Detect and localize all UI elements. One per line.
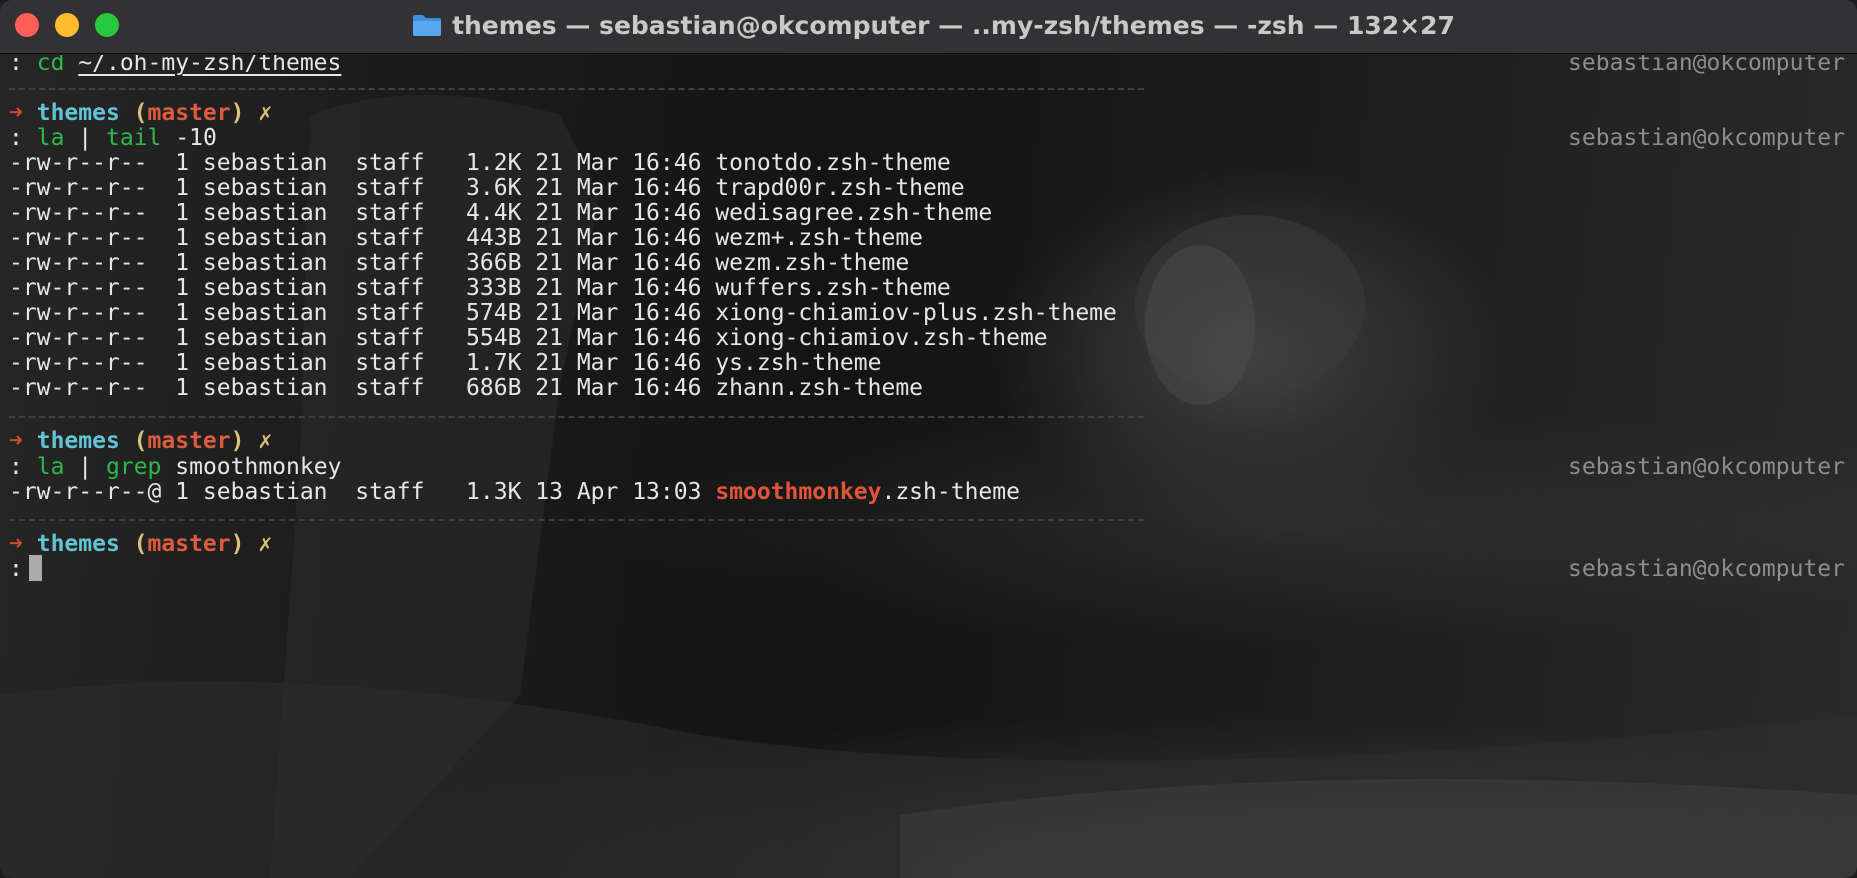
group: staff [355, 375, 425, 401]
folder-icon [413, 15, 442, 36]
perms: -rw-r--r--@ [9, 479, 162, 505]
size: 1.3K [466, 479, 522, 505]
file-name: zhann.zsh-theme [715, 375, 924, 401]
path-arg[interactable]: ~/.oh-my-zsh/themes [78, 55, 341, 76]
right-prompt: sebastian@okcomputer [1568, 454, 1845, 480]
git-dirty-icon: ✗ [258, 428, 273, 454]
git-dirty-icon: ✗ [258, 531, 273, 557]
command-cd: cd [36, 55, 65, 76]
right-prompt: sebastian@okcomputer [1568, 556, 1845, 582]
git-paren-close: ) [230, 428, 245, 454]
right-prompt: sebastian@okcomputer [1568, 55, 1845, 76]
command-line-cd: : cd ~/.oh-my-zsh/themes [9, 55, 341, 78]
ps2-prompt: : [9, 556, 23, 582]
git-paren-open: ( [133, 428, 148, 454]
separator [9, 88, 1144, 90]
git-paren-close: ) [230, 531, 245, 557]
prompt-line: ➜ themes (master) ✗ [9, 529, 272, 559]
list-item: -rw-r--r-- 1 sebastian staff 686B 21 Mar… [9, 373, 923, 403]
git-branch: master [147, 428, 231, 454]
terminal-output[interactable]: : cd ~/.oh-my-zsh/themes sebastian@okcom… [0, 55, 1857, 878]
title-group: themes — sebastian@okcomputer — ..my-zsh… [0, 0, 1857, 50]
git-paren-close: ) [230, 100, 245, 126]
window-title: themes — sebastian@okcomputer — ..my-zsh… [452, 10, 1455, 40]
links: 1 [175, 479, 190, 505]
separator [9, 416, 1144, 418]
active-input-line[interactable]: : [9, 554, 42, 584]
text-cursor[interactable] [28, 554, 42, 581]
terminal-window: themes — sebastian@okcomputer — ..my-zsh… [0, 0, 1857, 878]
separator [9, 519, 1144, 521]
owner: sebastian [202, 375, 328, 401]
ps2-prompt: : [9, 55, 23, 76]
owner: sebastian [202, 479, 328, 505]
right-prompt: sebastian@okcomputer [1568, 125, 1845, 151]
prompt-dir: themes [36, 428, 120, 454]
git-branch: master [147, 531, 231, 557]
git-paren-open: ( [133, 531, 148, 557]
prompt-arrow-icon: ➜ [9, 428, 23, 454]
group: staff [355, 479, 425, 505]
title-bar[interactable]: themes — sebastian@okcomputer — ..my-zsh… [0, 0, 1857, 54]
prompt-dir: themes [36, 531, 120, 557]
file-name-rest: .zsh-theme [881, 479, 1020, 505]
git-dirty-icon: ✗ [258, 100, 273, 126]
date: 13 Apr 13:03 [535, 479, 702, 505]
links: 1 [175, 375, 190, 401]
date: 21 Mar 16:46 [535, 375, 702, 401]
perms: -rw-r--r-- [9, 375, 148, 401]
size: 686B [466, 375, 522, 401]
grep-match: smoothmonkey [715, 479, 882, 505]
grep-result-row: -rw-r--r--@ 1 sebastian staff 1.3K 13 Ap… [9, 477, 1020, 507]
